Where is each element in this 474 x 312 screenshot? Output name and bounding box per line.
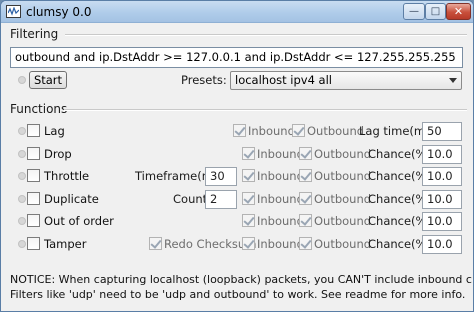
duplicate-checkbox[interactable] — [27, 192, 40, 205]
lag-label: Lag — [44, 124, 65, 138]
out-of-order-inbound-label: Inbound — [257, 214, 304, 228]
lag-inbound-checkbox[interactable] — [233, 124, 246, 137]
throttle-label: Throttle — [44, 169, 90, 183]
out-of-order-label: Out of order — [44, 214, 114, 228]
drop-chance-input[interactable]: 10.0 — [422, 145, 462, 164]
lag-outbound-checkbox[interactable] — [292, 124, 305, 137]
filtering-divider — [65, 34, 467, 36]
drop-outbound-label: Outbound — [314, 147, 372, 161]
lag-inbound-label: Inbound — [248, 124, 295, 138]
tamper-status-indicator — [18, 240, 26, 248]
minimize-icon: — — [409, 6, 419, 17]
throttle-outbound-checkbox[interactable] — [299, 169, 312, 182]
throttle-inbound-checkbox[interactable] — [242, 169, 255, 182]
status-indicator — [18, 76, 26, 84]
tamper-checkbox[interactable] — [27, 237, 40, 250]
close-icon: ✕ — [453, 5, 464, 18]
tamper-label: Tamper — [44, 237, 87, 251]
throttle-inbound-label: Inbound — [257, 169, 304, 183]
out-of-order-checkbox[interactable] — [27, 214, 40, 227]
filtering-section-label: Filtering — [10, 27, 59, 41]
tamper-outbound-checkbox[interactable] — [299, 237, 312, 250]
duplicate-inbound-label: Inbound — [257, 192, 304, 206]
tamper-outbound-label: Outbound — [314, 237, 372, 251]
throttle-status-indicator — [18, 172, 26, 180]
presets-selected-value: localhost ipv4 all — [235, 73, 332, 87]
throttle-timeframe-input[interactable]: 30 — [205, 167, 237, 186]
tamper-inbound-label: Inbound — [257, 237, 304, 251]
notice-line-1: NOTICE: When capturing localhost (loopba… — [10, 273, 474, 286]
title-bar: clumsy 0.0 — □ ✕ — [1, 1, 473, 23]
duplicate-chance-input[interactable]: 10.0 — [422, 190, 462, 209]
lag-outbound-label: Outbound — [307, 124, 365, 138]
out-of-order-chance-input[interactable]: 10.0 — [422, 212, 462, 231]
close-button[interactable]: ✕ — [446, 3, 471, 20]
duplicate-outbound-label: Outbound — [314, 192, 372, 206]
out-of-order-outbound-label: Outbound — [314, 214, 372, 228]
filter-input[interactable]: outbound and ip.DstAddr >= 127.0.0.1 and… — [10, 47, 463, 68]
minimize-button[interactable]: — — [403, 3, 425, 20]
maximize-button[interactable]: □ — [425, 3, 446, 20]
throttle-outbound-label: Outbound — [314, 169, 372, 183]
maximize-icon: □ — [430, 6, 441, 17]
throttle-checkbox[interactable] — [27, 169, 40, 182]
presets-label: Presets: — [181, 73, 227, 87]
app-wave-icon — [6, 5, 21, 18]
functions-divider — [64, 109, 467, 111]
functions-section-label: Functions — [10, 102, 68, 116]
throttle-chance-input[interactable]: 10.0 — [422, 167, 462, 186]
drop-outbound-checkbox[interactable] — [299, 147, 312, 160]
drop-inbound-checkbox[interactable] — [242, 147, 255, 160]
duplicate-status-indicator — [18, 195, 26, 203]
out-of-order-status-indicator — [18, 217, 26, 225]
lag-time-input[interactable]: 50 — [422, 122, 462, 141]
out-of-order-outbound-checkbox[interactable] — [299, 214, 312, 227]
duplicate-count-input[interactable]: 2 — [205, 190, 237, 209]
presets-dropdown[interactable]: localhost ipv4 all — [230, 71, 462, 90]
redo-checksum-checkbox[interactable] — [149, 237, 162, 250]
lag-checkbox[interactable] — [27, 124, 40, 137]
duplicate-inbound-checkbox[interactable] — [242, 192, 255, 205]
app-window: clumsy 0.0 — □ ✕ Filtering outbound and … — [0, 0, 474, 312]
notice-line-2: Filters like 'udp' need to be 'udp and o… — [10, 288, 466, 301]
start-button[interactable]: Start — [29, 71, 67, 89]
tamper-chance-input[interactable]: 10.0 — [422, 235, 462, 254]
lag-status-indicator — [18, 127, 26, 135]
drop-label: Drop — [44, 147, 72, 161]
drop-inbound-label: Inbound — [257, 147, 304, 161]
tamper-inbound-checkbox[interactable] — [242, 237, 255, 250]
out-of-order-inbound-checkbox[interactable] — [242, 214, 255, 227]
duplicate-label: Duplicate — [44, 192, 99, 206]
drop-checkbox[interactable] — [27, 147, 40, 160]
duplicate-outbound-checkbox[interactable] — [299, 192, 312, 205]
chevron-down-icon — [449, 78, 457, 83]
window-title: clumsy 0.0 — [26, 5, 92, 19]
drop-status-indicator — [18, 150, 26, 158]
